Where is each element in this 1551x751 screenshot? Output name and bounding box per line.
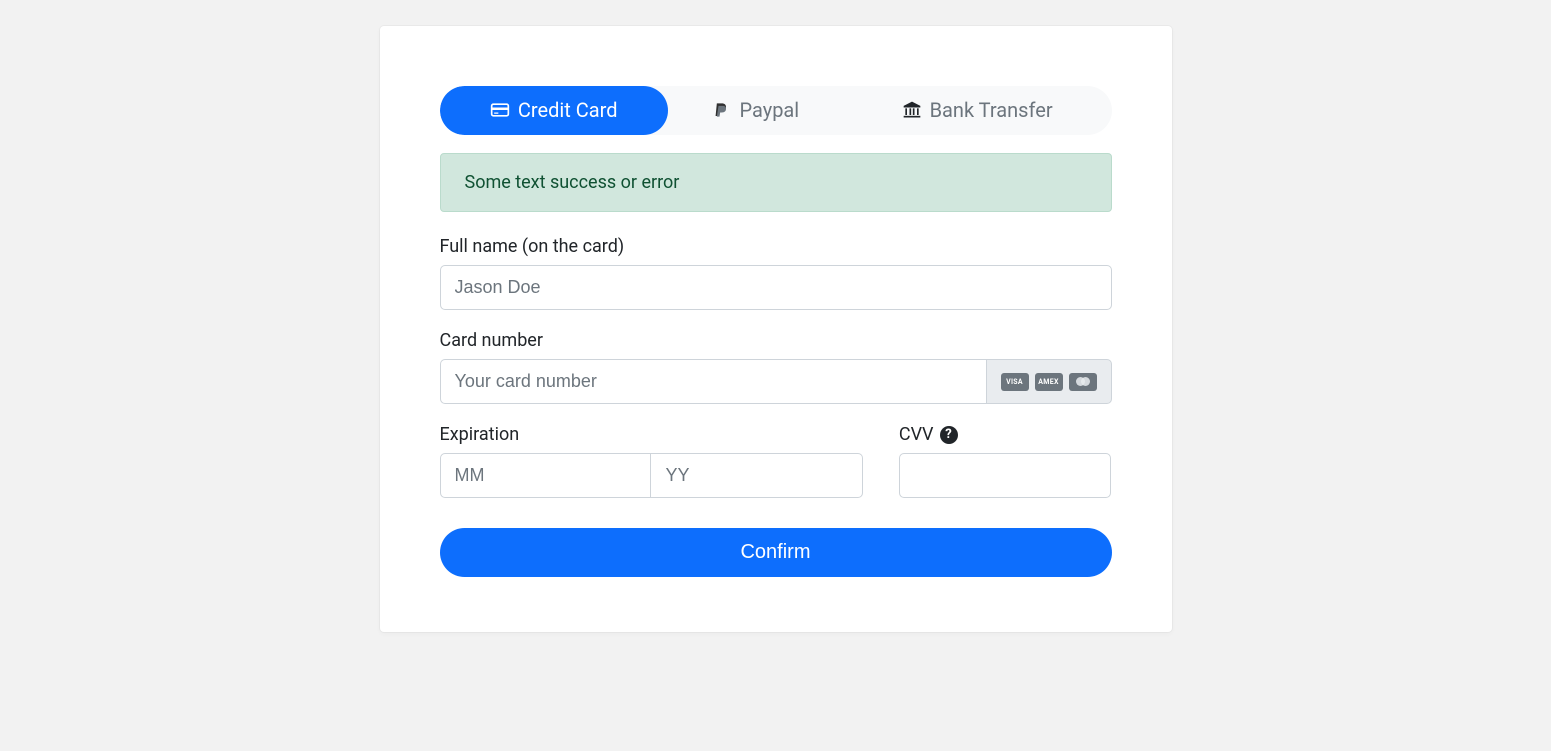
card-number-input-group: VISA AMEX [440, 359, 1112, 404]
tab-credit-card-label: Credit Card [518, 98, 618, 122]
expiration-month-input[interactable] [440, 453, 652, 498]
tab-paypal-label: Paypal [739, 98, 799, 122]
card-number-input[interactable] [440, 359, 986, 404]
full-name-label: Full name (on the card) [440, 236, 1112, 257]
status-alert-text: Some text success or error [465, 172, 680, 193]
cvv-input[interactable] [899, 453, 1112, 498]
card-number-label: Card number [440, 330, 1112, 351]
credit-card-icon [490, 100, 510, 120]
visa-icon: VISA [1001, 373, 1029, 391]
mastercard-icon [1069, 373, 1097, 391]
expiration-group: Expiration [440, 424, 863, 498]
expiration-label: Expiration [440, 424, 863, 445]
paypal-icon [711, 100, 731, 120]
expiration-cvv-row: Expiration CVV ? [440, 424, 1112, 498]
tab-credit-card[interactable]: Credit Card [440, 86, 668, 135]
tab-bank-transfer-label: Bank Transfer [930, 98, 1053, 122]
expiration-year-input[interactable] [651, 453, 862, 498]
card-number-group: Card number VISA AMEX [440, 330, 1112, 404]
tab-paypal[interactable]: Paypal [668, 86, 843, 135]
cvv-label: CVV [899, 424, 934, 445]
cvv-group: CVV ? [899, 424, 1112, 498]
card-brand-addon: VISA AMEX [986, 359, 1112, 404]
status-alert: Some text success or error [440, 153, 1112, 212]
cvv-help-icon[interactable]: ? [940, 426, 958, 444]
payment-method-tabs: Credit Card Paypal Bank Transfer [440, 86, 1112, 135]
expiration-inputs [440, 453, 863, 498]
cvv-label-wrap: CVV ? [899, 424, 1112, 445]
payment-card: Credit Card Paypal Bank Transfer Some te… [380, 26, 1172, 632]
full-name-group: Full name (on the card) [440, 236, 1112, 310]
bank-icon [902, 100, 922, 120]
full-name-input[interactable] [440, 265, 1112, 310]
tab-bank-transfer[interactable]: Bank Transfer [843, 86, 1112, 135]
amex-icon: AMEX [1035, 373, 1063, 391]
confirm-button[interactable]: Confirm [440, 528, 1112, 577]
